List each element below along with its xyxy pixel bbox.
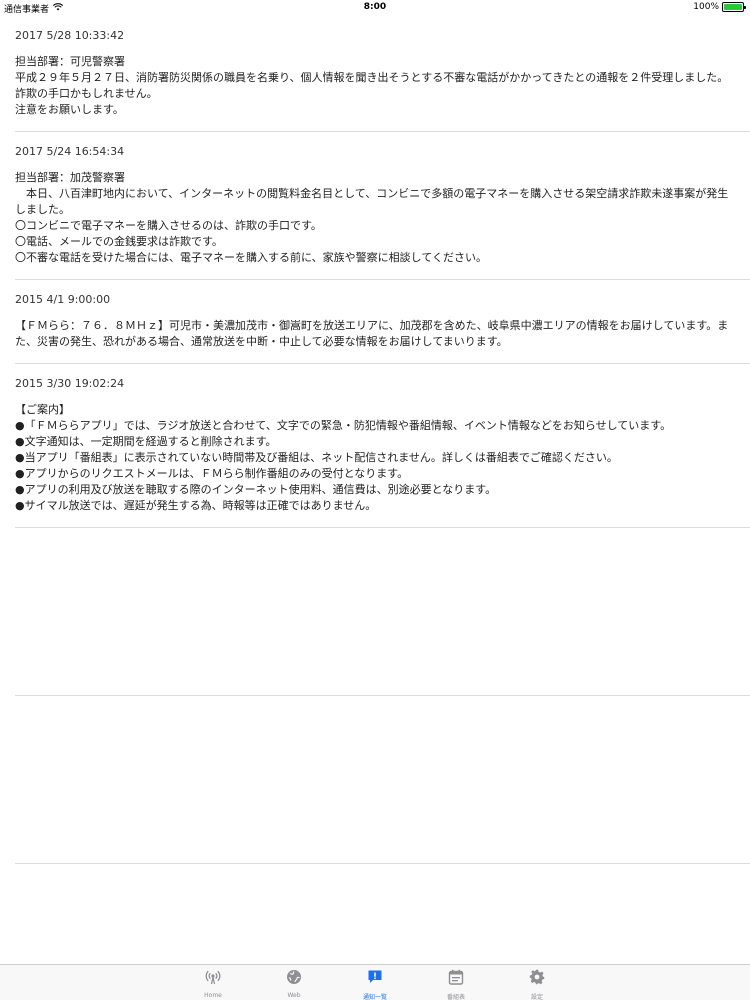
tab-home[interactable]: Home bbox=[173, 965, 254, 1000]
notice-item[interactable]: 2017 5/24 16:54:34 担当部署：加茂警察署 本日、八百津町地内に… bbox=[15, 132, 750, 280]
battery-icon bbox=[722, 2, 746, 12]
notice-body: 【ＦＭらら：７６．８ＭＨｚ】可児市・美濃加茂市・御嵩町を放送エリアに、加茂郡を含… bbox=[15, 319, 729, 348]
tab-web[interactable]: Web bbox=[254, 965, 335, 1000]
notice-item[interactable]: 2015 3/30 19:02:24 【ご案内】 ●「ＦＭららアプリ」では、ラジ… bbox=[15, 364, 750, 528]
notice-item[interactable]: 2015 4/1 9:00:00 【ＦＭらら：７６．８ＭＨｚ】可児市・美濃加茂市… bbox=[15, 280, 750, 364]
tab-notices[interactable]: 通知一覧 bbox=[335, 965, 416, 1000]
tab-bar: Home Web 通知一覧 番組表 設定 bbox=[0, 964, 750, 1000]
gear-icon bbox=[529, 969, 545, 989]
tab-label: 設定 bbox=[530, 994, 543, 1000]
notice-date: 2015 4/1 9:00:00 bbox=[15, 293, 111, 306]
tab-label: 番組表 bbox=[446, 994, 465, 1000]
notice-body: 【ご案内】 ●「ＦＭららアプリ」では、ラジオ放送と合わせて、文字での緊急・防犯情… bbox=[15, 403, 672, 512]
radio-antenna-icon bbox=[205, 969, 221, 989]
notice-icon bbox=[367, 969, 383, 989]
status-bar: 通信事業者 8:00 100% bbox=[0, 0, 750, 16]
tab-settings[interactable]: 設定 bbox=[497, 965, 578, 1000]
notice-item[interactable]: 2017 5/28 10:33:42 担当部署：可児警察署 平成２９年５月２７日… bbox=[15, 16, 750, 132]
notice-body: 担当部署：可児警察署 平成２９年５月２７日、消防署防災関係の職員を名乗り、個人情… bbox=[15, 55, 729, 116]
notice-list[interactable]: 2017 5/28 10:33:42 担当部署：可児警察署 平成２９年５月２７日… bbox=[0, 16, 750, 964]
globe-icon bbox=[286, 969, 302, 989]
status-time: 8:00 bbox=[363, 2, 387, 12]
notice-body: 担当部署：加茂警察署 本日、八百津町地内において、インターネットの閲覧料金名目と… bbox=[15, 171, 729, 264]
tab-label: 通知一覧 bbox=[362, 994, 387, 1000]
tab-label: Web bbox=[287, 992, 301, 999]
notice-date: 2017 5/28 10:33:42 bbox=[15, 29, 125, 42]
calendar-icon bbox=[448, 969, 464, 989]
empty-row bbox=[15, 528, 750, 696]
empty-row bbox=[15, 696, 750, 864]
battery-status: 100% bbox=[693, 2, 746, 12]
battery-percent: 100% bbox=[693, 2, 719, 12]
battery-fill bbox=[724, 4, 742, 10]
notice-date: 2017 5/24 16:54:34 bbox=[15, 145, 125, 158]
tab-label: Home bbox=[204, 992, 222, 999]
notice-date: 2015 3/30 19:02:24 bbox=[15, 377, 125, 390]
tab-schedule[interactable]: 番組表 bbox=[416, 965, 497, 1000]
